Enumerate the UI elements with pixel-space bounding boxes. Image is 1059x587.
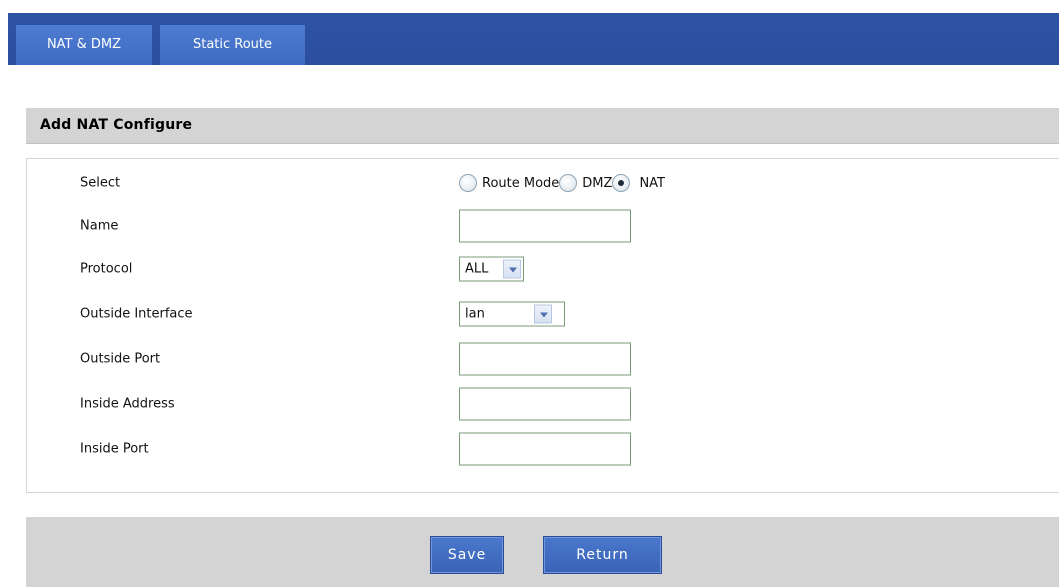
chevron-down-icon[interactable] bbox=[503, 259, 521, 279]
radio-nat-label: NAT bbox=[639, 175, 665, 191]
outside-interface-label: Outside Interface bbox=[80, 306, 193, 322]
radio-route-mode[interactable] bbox=[459, 174, 477, 192]
inside-address-input[interactable] bbox=[459, 387, 631, 421]
save-button[interactable]: Save bbox=[430, 536, 504, 574]
name-input[interactable] bbox=[459, 209, 631, 243]
row-inside-port: Inside Port bbox=[27, 432, 1059, 466]
page: NAT & DMZ Static Route Add NAT Configure… bbox=[0, 0, 1059, 587]
return-button[interactable]: Return bbox=[543, 536, 662, 574]
protocol-select[interactable]: ALL bbox=[459, 256, 524, 282]
section-title: Add NAT Configure bbox=[40, 117, 193, 133]
section-header: Add NAT Configure bbox=[26, 108, 1059, 144]
mode-radio-group: Route Mode DMZ NAT bbox=[459, 174, 665, 192]
tab-bar: NAT & DMZ Static Route bbox=[8, 13, 1059, 65]
row-outside-port: Outside Port bbox=[27, 342, 1059, 376]
row-name: Name bbox=[27, 209, 1059, 243]
row-protocol: Protocol ALL bbox=[27, 252, 1059, 286]
radio-dmz[interactable] bbox=[559, 174, 578, 192]
radio-nat[interactable] bbox=[612, 174, 631, 192]
tab-nat-dmz[interactable]: NAT & DMZ bbox=[16, 25, 152, 65]
inside-port-label: Inside Port bbox=[80, 441, 149, 457]
radio-dmz-label: DMZ bbox=[582, 175, 613, 191]
chevron-down-icon[interactable] bbox=[534, 304, 552, 324]
action-bar: Save Return bbox=[26, 517, 1059, 587]
outside-interface-value: lan bbox=[465, 306, 485, 322]
radio-route-mode-label: Route Mode bbox=[482, 175, 560, 191]
name-label: Name bbox=[80, 218, 119, 234]
select-label: Select bbox=[80, 175, 121, 191]
protocol-label: Protocol bbox=[80, 261, 133, 277]
tab-static-route[interactable]: Static Route bbox=[160, 25, 305, 65]
outside-interface-select[interactable]: lan bbox=[459, 301, 565, 327]
row-outside-interface: Outside Interface lan bbox=[27, 297, 1059, 331]
inside-address-label: Inside Address bbox=[80, 396, 175, 412]
nat-config-form: Select Route Mode DMZ NAT Name Protocol … bbox=[26, 158, 1059, 493]
protocol-value: ALL bbox=[465, 261, 489, 277]
outside-port-label: Outside Port bbox=[80, 351, 161, 367]
row-select: Select Route Mode DMZ NAT bbox=[27, 166, 1059, 200]
outside-port-input[interactable] bbox=[459, 342, 631, 376]
row-inside-address: Inside Address bbox=[27, 387, 1059, 421]
inside-port-input[interactable] bbox=[459, 432, 631, 466]
